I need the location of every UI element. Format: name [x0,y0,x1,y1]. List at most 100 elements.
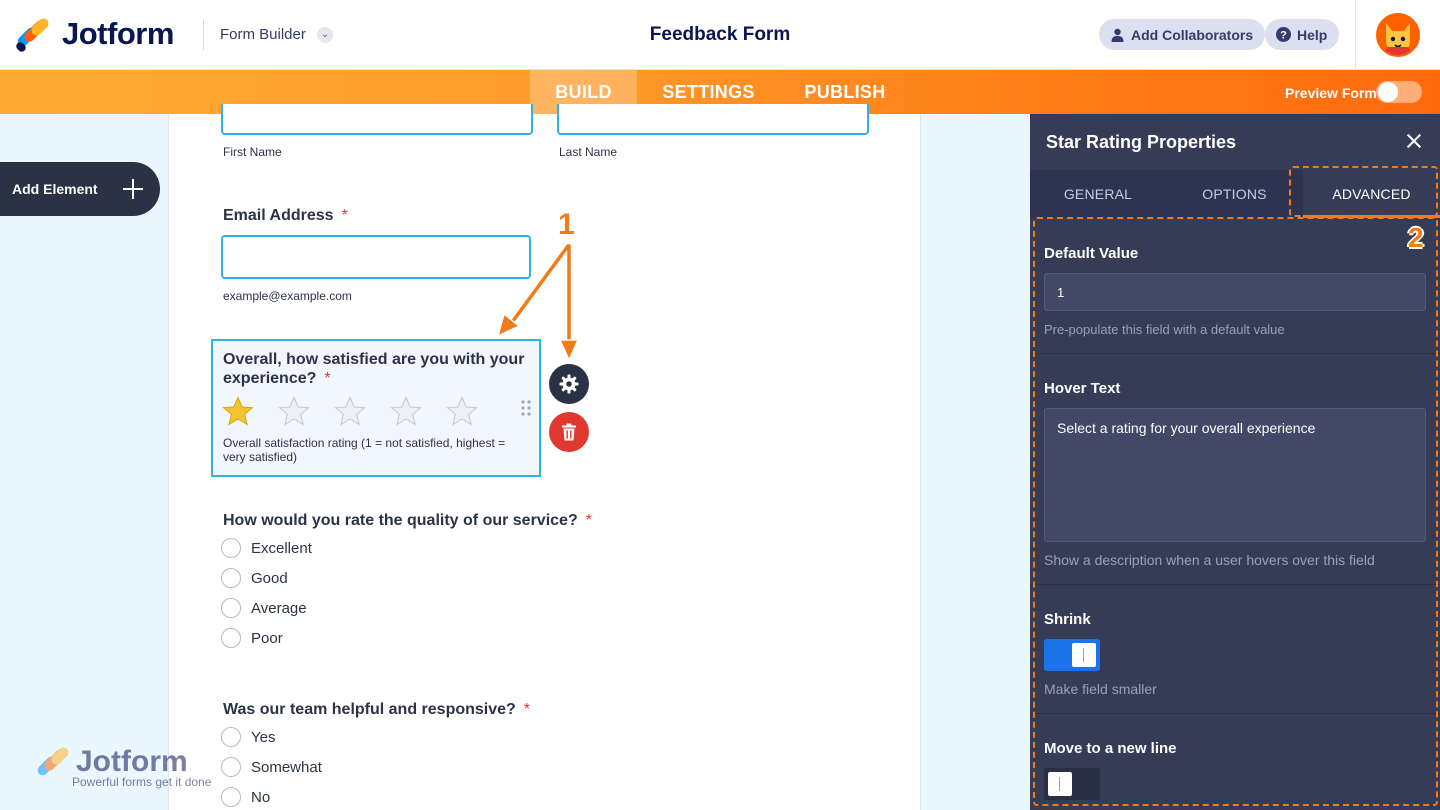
svg-text:?: ? [1280,30,1287,42]
tab-options[interactable]: OPTIONS [1166,170,1303,218]
trash-icon [562,423,576,441]
new-line-label: Move to a new line [1044,740,1177,757]
rating-label-text: Overall, how satisfied are you with your… [223,351,525,387]
rating-sublabel: Overall satisfaction rating (1 = not sat… [223,436,506,464]
radio-label: Good [251,569,288,587]
annotation-marker-1: 1 [558,208,575,241]
radio-label: Yes [251,728,276,746]
user-icon [1109,27,1125,43]
required-mark: * [585,512,592,529]
required-mark: * [341,207,348,224]
close-icon[interactable] [1404,131,1424,151]
shrink-label: Shrink [1044,611,1091,628]
properties-gear-button[interactable] [549,364,589,404]
panel-tabs: GENERAL OPTIONS ADVANCED [1030,170,1440,218]
add-element-label: Add Element [12,181,98,197]
radio-label: No [251,788,271,806]
hover-text-textarea[interactable]: Select a rating for your overall experie… [1044,408,1426,542]
default-value-section: Default Value 1 Pre-populate this field … [1030,218,1440,354]
email-input[interactable] [221,235,531,279]
radio-button[interactable] [221,757,241,777]
watermark-brand: Jotform [76,745,188,778]
watermark-tagline: Powerful forms get it done [72,775,212,789]
hover-text-help: Show a description when a user hovers ov… [1044,552,1375,568]
radio-button[interactable] [221,727,241,747]
star-icon-empty[interactable] [333,396,367,426]
new-line-toggle[interactable] [1044,768,1100,800]
radio-button[interactable] [221,787,241,807]
default-value-label: Default Value [1044,245,1139,262]
star-rating [221,396,501,426]
required-mark: * [523,701,531,718]
star-icon-empty[interactable] [277,396,311,426]
radio-button[interactable] [221,568,241,588]
form-builder-menu[interactable]: Form Builder [220,26,306,43]
add-collaborators-button[interactable]: Add Collaborators [1099,19,1266,50]
gear-icon [559,374,579,394]
header-divider-right [1355,0,1356,70]
panel-title: Star Rating Properties [1046,132,1237,152]
jotform-logo-icon [14,16,51,54]
new-line-section: Move to a new line [1030,714,1440,810]
help-button[interactable]: ? Help [1265,19,1340,50]
add-collaborators-label: Add Collaborators [1131,26,1254,43]
radio-label: Average [251,599,307,617]
team-helpful-label: Was our team helpful and responsive? * [223,701,530,719]
default-value-input[interactable]: 1 [1044,273,1426,311]
header-divider [203,20,204,50]
email-label-text: Email Address [223,207,334,224]
help-icon: ? [1275,27,1291,43]
service-quality-text: How would you rate the quality of our se… [223,512,578,529]
radio-option[interactable]: Somewhat [221,757,322,777]
drag-handle-icon[interactable] [521,400,531,416]
radio-option[interactable]: Good [221,568,288,588]
help-label: Help [1297,26,1328,43]
radio-button[interactable] [221,628,241,648]
email-question-label: Email Address * [223,207,348,225]
radio-option[interactable]: Average [221,598,307,618]
shrink-toggle[interactable] [1044,639,1100,671]
service-quality-label: How would you rate the quality of our se… [223,512,592,530]
hover-text-label: Hover Text [1044,380,1121,397]
star-icon-filled[interactable] [221,396,255,426]
annotation-marker-2: 2 [1408,222,1424,253]
add-element-button[interactable]: Add Element [0,162,160,216]
shrink-section: Shrink Make field smaller [1030,585,1440,714]
star-icon-empty[interactable] [389,396,423,426]
jotform-logo-icon [35,745,71,779]
rating-question-label: Overall, how satisfied are you with your… [223,350,533,388]
star-icon-empty[interactable] [445,396,479,426]
radio-label: Excellent [251,539,312,557]
radio-option[interactable]: Poor [221,628,283,648]
tab-general[interactable]: GENERAL [1030,170,1166,218]
radio-option[interactable]: Yes [221,727,275,747]
plus-icon [122,178,144,200]
delete-button[interactable] [549,412,589,452]
user-avatar[interactable] [1376,13,1420,57]
first-name-input[interactable] [221,104,533,135]
toggle-thumb [1048,772,1072,796]
tab-advanced[interactable]: ADVANCED [1303,170,1440,218]
toggle-thumb [1072,643,1096,667]
preview-form-toggle[interactable] [1376,81,1422,103]
preview-form-label: Preview Form [1285,85,1377,101]
radio-label: Poor [251,629,283,647]
radio-option[interactable]: No [221,787,270,807]
radio-label: Somewhat [251,758,322,776]
shrink-help: Make field smaller [1044,681,1157,697]
last-name-input[interactable] [557,104,869,135]
radio-option[interactable]: Excellent [221,538,312,558]
email-sublabel: example@example.com [223,289,352,303]
properties-panel: Star Rating Properties GENERAL OPTIONS A… [1030,114,1440,810]
default-value-help: Pre-populate this field with a default v… [1044,322,1285,337]
required-mark: * [324,370,331,387]
radio-button[interactable] [221,538,241,558]
last-name-sublabel: Last Name [559,145,618,159]
hover-text-section: Hover Text Select a rating for your over… [1030,354,1440,585]
chevron-down-icon[interactable]: ⌄ [317,27,333,43]
jotform-logo[interactable]: Jotform [14,16,174,54]
team-helpful-text: Was our team helpful and responsive? [223,701,516,718]
top-header: Jotform Form Builder ⌄ Feedback Form Add… [0,0,1440,70]
first-name-sublabel: First Name [223,145,282,159]
radio-button[interactable] [221,598,241,618]
